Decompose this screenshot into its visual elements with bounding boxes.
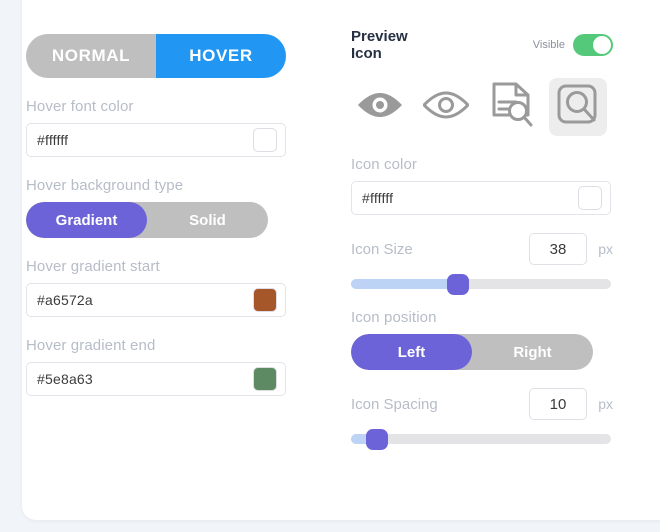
hover-font-color-value: #ffffff bbox=[37, 132, 69, 148]
hover-gradient-end-value: #5e8a63 bbox=[37, 371, 93, 387]
state-tab-group[interactable]: NORMAL HOVER bbox=[26, 34, 286, 78]
document-search-icon bbox=[490, 81, 534, 134]
tab-hover[interactable]: HOVER bbox=[156, 34, 286, 78]
eye-filled-icon bbox=[357, 89, 403, 126]
hover-font-color-field[interactable]: #ffffff bbox=[26, 123, 286, 157]
icon-spacing-row: Icon Spacing 10 px bbox=[351, 388, 613, 420]
icon-position-group[interactable]: Left Right bbox=[351, 334, 593, 370]
icon-option-eye-filled[interactable] bbox=[351, 78, 409, 136]
preview-icon-title: Preview Icon bbox=[351, 28, 408, 62]
hover-gradient-end-field[interactable]: #5e8a63 bbox=[26, 362, 286, 396]
visible-toggle-wrap: Visible bbox=[533, 34, 613, 56]
icon-size-input[interactable]: 38 bbox=[529, 233, 587, 265]
icon-size-slider[interactable] bbox=[351, 274, 611, 295]
visible-toggle[interactable] bbox=[573, 34, 613, 56]
toggle-knob bbox=[593, 36, 611, 54]
icon-option-eye-outline[interactable] bbox=[417, 78, 475, 136]
boxed-search-icon bbox=[556, 83, 600, 132]
icon-spacing-slider-thumb[interactable] bbox=[366, 429, 388, 450]
hover-background-type-label: Hover background type bbox=[26, 177, 184, 194]
hover-gradient-start-field[interactable]: #a6572a bbox=[26, 283, 286, 317]
hover-style-column: NORMAL HOVER Hover font color #ffffff Ho… bbox=[26, 34, 288, 396]
icon-size-unit: px bbox=[598, 241, 613, 257]
hover-font-color-swatch[interactable] bbox=[253, 128, 277, 152]
icon-size-label: Icon Size bbox=[351, 240, 413, 258]
icon-choice-row[interactable] bbox=[351, 78, 613, 136]
icon-position-left-option[interactable]: Left bbox=[351, 334, 472, 370]
icon-position-right-option[interactable]: Right bbox=[472, 334, 593, 370]
hover-font-color-label: Hover font color bbox=[26, 98, 134, 115]
settings-panel: NORMAL HOVER Hover font color #ffffff Ho… bbox=[0, 0, 660, 532]
hover-gradient-end-label: Hover gradient end bbox=[26, 337, 156, 354]
icon-spacing-input[interactable]: 10 bbox=[529, 388, 587, 420]
icon-settings-column: Preview Icon Visible Icon color #ffffff … bbox=[351, 28, 613, 450]
bgtype-solid-option[interactable]: Solid bbox=[147, 202, 268, 238]
icon-size-row: Icon Size 38 px bbox=[351, 233, 613, 265]
preview-header: Preview Icon Visible bbox=[351, 28, 613, 62]
bgtype-gradient-option[interactable]: Gradient bbox=[26, 202, 147, 238]
icon-spacing-slider-track[interactable] bbox=[351, 434, 611, 444]
tab-normal[interactable]: NORMAL bbox=[26, 34, 156, 78]
icon-spacing-label: Icon Spacing bbox=[351, 395, 438, 413]
icon-color-field[interactable]: #ffffff bbox=[351, 181, 611, 215]
hover-gradient-end-swatch[interactable] bbox=[253, 367, 277, 391]
icon-position-label: Icon position bbox=[351, 309, 437, 326]
icon-option-document-search[interactable] bbox=[483, 78, 541, 136]
hover-gradient-start-label: Hover gradient start bbox=[26, 258, 160, 275]
icon-color-swatch[interactable] bbox=[578, 186, 602, 210]
icon-color-label: Icon color bbox=[351, 156, 418, 173]
icon-option-boxed-search[interactable] bbox=[549, 78, 607, 136]
hover-background-type-group[interactable]: Gradient Solid bbox=[26, 202, 268, 238]
icon-size-slider-fill bbox=[351, 279, 458, 289]
icon-spacing-slider[interactable] bbox=[351, 429, 611, 450]
icon-size-slider-thumb[interactable] bbox=[446, 274, 469, 295]
visible-label: Visible bbox=[532, 39, 565, 51]
hover-gradient-start-swatch[interactable] bbox=[253, 288, 277, 312]
icon-color-value: #ffffff bbox=[362, 190, 394, 206]
hover-gradient-start-value: #a6572a bbox=[37, 292, 93, 308]
eye-outline-icon bbox=[421, 89, 471, 126]
icon-spacing-unit: px bbox=[598, 396, 613, 412]
